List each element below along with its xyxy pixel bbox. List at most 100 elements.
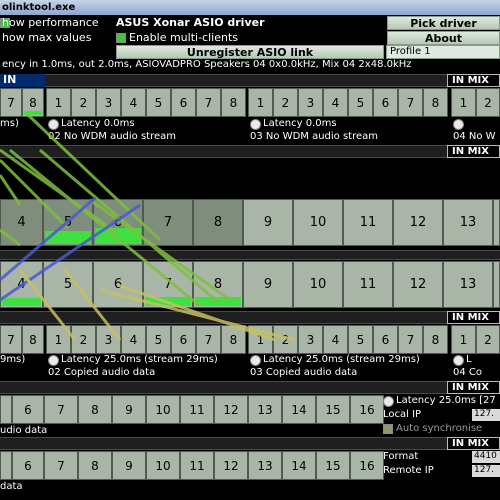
channel-cell[interactable]: 3 [96, 325, 121, 354]
channel-cell[interactable]: 11 [180, 395, 214, 424]
channel-cell[interactable]: 6 [93, 199, 143, 246]
channel-cell[interactable]: 5 [43, 261, 93, 308]
channel-cell[interactable]: 3 [298, 325, 323, 354]
pick-driver-button[interactable]: Pick driver [387, 16, 500, 30]
channel-cell[interactable]: 1 [248, 325, 273, 354]
channel-cell[interactable]: 4 [0, 261, 43, 308]
channel-cell[interactable]: 5 [146, 325, 171, 354]
channel-cell[interactable]: 12 [214, 451, 248, 480]
section2-in-mix-tab[interactable]: IN MIX [447, 145, 500, 158]
channel-cell[interactable]: 1 [46, 325, 71, 354]
local-ip-field[interactable]: 127. [472, 409, 500, 421]
channel-cell[interactable]: 8 [423, 88, 448, 117]
section5-in-mix-tab[interactable]: IN MIX [447, 437, 500, 450]
channel-cell[interactable]: 8 [78, 395, 112, 424]
channel-cell[interactable]: 7 [0, 325, 22, 354]
section4-in-mix-tab[interactable]: IN MIX [447, 381, 500, 394]
profile-select[interactable]: Profile 1 [386, 45, 500, 59]
channel-cell[interactable]: 2 [71, 325, 96, 354]
channel-cell[interactable]: 13 [443, 261, 493, 308]
about-button[interactable]: About [387, 31, 500, 45]
channel-cell[interactable] [493, 261, 500, 308]
channel-cell[interactable]: 8 [193, 199, 243, 246]
channel-cell[interactable]: 4 [323, 88, 348, 117]
section3-in-mix-tab[interactable]: IN MIX [447, 311, 500, 324]
channel-cell[interactable] [0, 395, 12, 424]
channel-cell[interactable]: 8 [22, 88, 44, 117]
remote-ip-field[interactable]: 127. [472, 465, 500, 477]
channel-cell[interactable]: 1 [46, 88, 71, 117]
channel-cell[interactable]: 9 [243, 199, 293, 246]
channel-cell[interactable]: 4 [0, 199, 43, 246]
channel-cell[interactable]: 2 [71, 88, 96, 117]
auto-synchronise-checkbox[interactable] [383, 424, 393, 434]
section1-in-mix-tab[interactable]: IN MIX [447, 74, 500, 87]
channel-cell[interactable]: 1 [451, 325, 476, 354]
channel-cell[interactable]: 7 [196, 88, 221, 117]
channel-cell[interactable]: 7 [398, 88, 423, 117]
channel-cell[interactable]: 12 [214, 395, 248, 424]
channel-cell[interactable]: 4 [121, 325, 146, 354]
channel-cell[interactable]: 7 [44, 451, 78, 480]
channel-cell[interactable]: 6 [93, 261, 143, 308]
channel-cell[interactable]: 3 [96, 88, 121, 117]
channel-cell[interactable]: 15 [316, 395, 350, 424]
channel-cell[interactable]: 1 [451, 88, 476, 117]
channel-cell[interactable]: 8 [221, 325, 246, 354]
channel-cell[interactable]: 6 [12, 395, 44, 424]
channel-cell[interactable]: 8 [193, 261, 243, 308]
channel-cell[interactable]: 7 [143, 199, 193, 246]
channel-cell[interactable]: 7 [196, 325, 221, 354]
channel-cell[interactable]: 13 [248, 395, 282, 424]
channel-cell[interactable]: 15 [316, 451, 350, 480]
channel-cell[interactable]: 1 [248, 88, 273, 117]
channel-cell[interactable]: 5 [348, 88, 373, 117]
format-field[interactable]: 4410 [472, 451, 500, 463]
channel-cell[interactable]: 2 [273, 88, 298, 117]
channel-cell[interactable]: 16 [350, 395, 384, 424]
channel-cell[interactable] [0, 451, 12, 480]
channel-cell[interactable]: 8 [423, 325, 448, 354]
channel-cell[interactable]: 6 [373, 88, 398, 117]
channel-cell[interactable]: 7 [0, 88, 22, 117]
channel-cell[interactable]: 12 [393, 199, 443, 246]
channel-cell[interactable]: 11 [180, 451, 214, 480]
channel-cell[interactable]: 6 [171, 325, 196, 354]
channel-cell[interactable]: 2 [476, 325, 500, 354]
channel-cell[interactable]: 9 [243, 261, 293, 308]
channel-cell[interactable]: 7 [143, 261, 193, 308]
channel-cell[interactable] [493, 199, 500, 246]
unregister-asio-link-button[interactable]: Unregister ASIO link [116, 45, 384, 59]
channel-cell[interactable]: 14 [282, 451, 316, 480]
channel-cell[interactable]: 6 [12, 451, 44, 480]
channel-cell[interactable]: 10 [293, 261, 343, 308]
channel-cell[interactable]: 2 [476, 88, 500, 117]
channel-cell[interactable]: 14 [282, 395, 316, 424]
channel-cell[interactable]: 9 [112, 395, 146, 424]
channel-cell[interactable]: 2 [273, 325, 298, 354]
channel-cell[interactable]: 6 [373, 325, 398, 354]
channel-cell[interactable]: 13 [248, 451, 282, 480]
channel-cell[interactable]: 4 [323, 325, 348, 354]
channel-cell[interactable]: 7 [398, 325, 423, 354]
channel-cell[interactable]: 5 [43, 199, 93, 246]
channel-cell[interactable]: 9 [112, 451, 146, 480]
channel-cell[interactable]: 11 [343, 199, 393, 246]
channel-cell[interactable]: 10 [146, 395, 180, 424]
channel-cell[interactable]: 3 [298, 88, 323, 117]
channel-cell[interactable]: 5 [348, 325, 373, 354]
channel-cell[interactable]: 13 [443, 199, 493, 246]
channel-cell[interactable]: 12 [393, 261, 443, 308]
channel-cell[interactable]: 10 [293, 199, 343, 246]
channel-cell[interactable]: 5 [146, 88, 171, 117]
channel-cell[interactable]: 8 [22, 325, 44, 354]
channel-cell[interactable]: 8 [78, 451, 112, 480]
channel-cell[interactable]: 11 [343, 261, 393, 308]
channel-cell[interactable]: 6 [171, 88, 196, 117]
channel-cell[interactable]: 7 [44, 395, 78, 424]
channel-cell[interactable]: 16 [350, 451, 384, 480]
channel-cell[interactable]: 8 [221, 88, 246, 117]
enable-multi-clients-checkbox[interactable] [116, 33, 126, 43]
channel-cell[interactable]: 4 [121, 88, 146, 117]
channel-cell[interactable]: 10 [146, 451, 180, 480]
